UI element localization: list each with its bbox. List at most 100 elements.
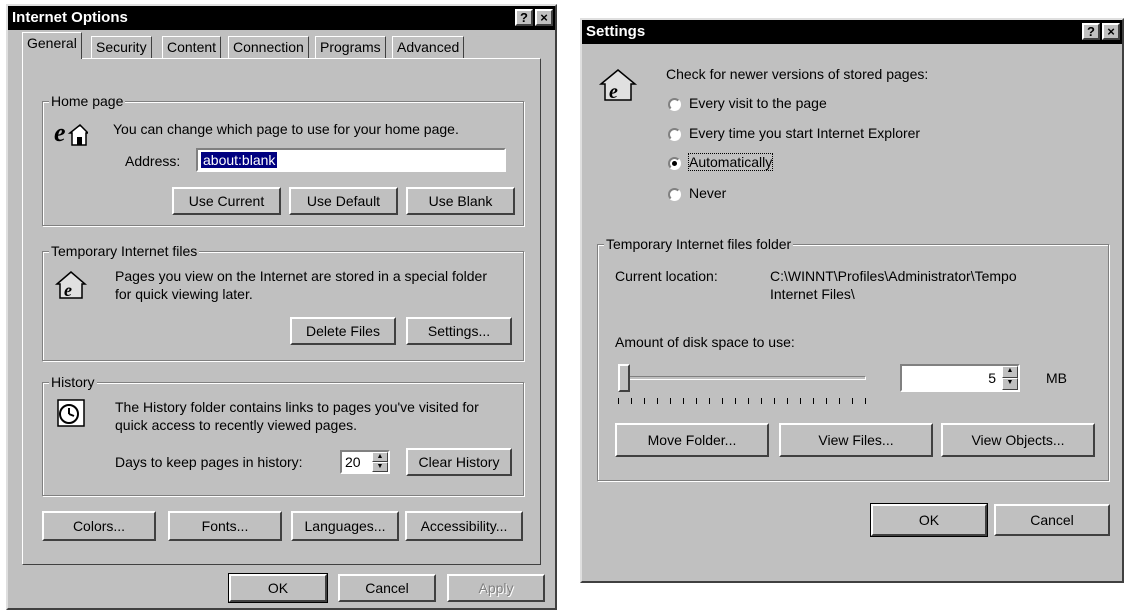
slider-tick <box>839 398 840 404</box>
home-page-legend: Home page <box>49 93 126 109</box>
internet-options-window: Internet Options ? × General Security Co… <box>6 4 557 610</box>
svg-text:e: e <box>609 81 618 103</box>
tab-advanced[interactable]: Advanced <box>392 36 465 58</box>
slider-tick <box>618 398 619 404</box>
temporary-files-icon: e <box>54 271 88 300</box>
settings-window: Settings ? × e Check for newer versions … <box>580 18 1124 583</box>
settings-button[interactable]: Settings... <box>406 317 512 345</box>
slider-tick <box>826 398 827 404</box>
current-location-line-2: Internet Files\ <box>770 286 855 302</box>
radio-never[interactable] <box>668 188 681 201</box>
view-files-button[interactable]: View Files... <box>779 423 933 457</box>
tab-connection[interactable]: Connection <box>228 36 309 58</box>
apply-button[interactable]: Apply <box>447 574 545 602</box>
home-page-icon: e <box>54 119 88 147</box>
languages-button[interactable]: Languages... <box>291 511 399 541</box>
tab-security[interactable]: Security <box>91 36 152 58</box>
svg-text:e: e <box>54 119 66 147</box>
disk-spin-down-icon[interactable]: ▼ <box>1002 378 1018 390</box>
slider-tick <box>735 398 736 404</box>
view-objects-button[interactable]: View Objects... <box>941 423 1095 457</box>
slider-tick <box>800 398 801 404</box>
slider-tick <box>683 398 684 404</box>
move-folder-button[interactable]: Move Folder... <box>615 423 769 457</box>
window-title: Internet Options <box>8 6 555 30</box>
delete-files-button[interactable]: Delete Files <box>290 317 396 345</box>
home-page-description: You can change which page to use for you… <box>113 121 459 137</box>
history-description-1: The History folder contains links to pag… <box>115 399 479 415</box>
slider-tick <box>787 398 788 404</box>
slider-tick <box>696 398 697 404</box>
radio-every-start[interactable] <box>668 128 681 141</box>
ie-page-icon: e <box>598 69 638 103</box>
tab-general[interactable]: General <box>22 32 82 59</box>
radio-every-visit[interactable] <box>668 98 681 111</box>
disk-space-value: 5 <box>988 370 996 386</box>
slider-tick <box>722 398 723 404</box>
current-location-label: Current location: <box>615 268 718 284</box>
slider-tick <box>813 398 814 404</box>
cancel-button[interactable]: Cancel <box>338 574 436 602</box>
svg-text:e: e <box>64 280 72 300</box>
address-input[interactable]: about:blank <box>196 148 506 172</box>
option-never[interactable]: Never <box>689 185 726 201</box>
temporary-files-legend: Temporary Internet files <box>49 243 200 259</box>
disk-spin-up-icon[interactable]: ▲ <box>1002 366 1018 378</box>
days-input[interactable]: 20 ▲ ▼ <box>340 450 390 474</box>
address-value: about:blank <box>201 152 278 168</box>
slider-ticks <box>618 398 866 404</box>
address-label: Address: <box>125 153 181 169</box>
slider-tick <box>644 398 645 404</box>
option-automatically[interactable]: Automatically <box>687 153 774 171</box>
clear-history-button[interactable]: Clear History <box>406 448 512 476</box>
settings-ok-button[interactable]: OK <box>870 503 988 537</box>
disk-space-unit: MB <box>1046 370 1067 386</box>
help-button[interactable]: ? <box>515 9 533 26</box>
days-value: 20 <box>345 454 361 470</box>
option-every-start[interactable]: Every time you start Internet Explorer <box>689 125 920 141</box>
slider-tick <box>852 398 853 404</box>
spin-down-icon[interactable]: ▼ <box>372 462 388 472</box>
spin-up-icon[interactable]: ▲ <box>372 452 388 462</box>
temporary-files-description-2: for quick viewing later. <box>115 286 253 302</box>
disk-space-input[interactable]: 5 ▲ ▼ <box>900 364 1020 392</box>
settings-close-button[interactable]: × <box>1102 23 1120 40</box>
temp-folder-legend: Temporary Internet files folder <box>604 236 794 252</box>
disk-space-slider[interactable] <box>618 362 866 408</box>
disk-space-label: Amount of disk space to use: <box>615 334 795 350</box>
days-spinner[interactable]: ▲ ▼ <box>372 452 388 472</box>
settings-help-button[interactable]: ? <box>1082 23 1100 40</box>
history-description-2: quick access to recently viewed pages. <box>115 417 358 433</box>
slider-tick <box>748 398 749 404</box>
temporary-files-description-1: Pages you view on the Internet are store… <box>115 268 487 284</box>
current-location-line-1: C:\WINNT\Profiles\Administrator\Tempo <box>770 268 1017 284</box>
colors-button[interactable]: Colors... <box>42 511 156 541</box>
option-every-visit[interactable]: Every visit to the page <box>689 95 827 111</box>
use-blank-button[interactable]: Use Blank <box>406 187 515 215</box>
slider-thumb[interactable] <box>618 364 630 392</box>
use-default-button[interactable]: Use Default <box>289 187 398 215</box>
history-icon <box>57 399 85 427</box>
slider-tick <box>631 398 632 404</box>
slider-tick <box>761 398 762 404</box>
history-legend: History <box>49 374 97 390</box>
slider-tick <box>865 398 866 404</box>
slider-tick <box>709 398 710 404</box>
fonts-button[interactable]: Fonts... <box>168 511 282 541</box>
tab-programs[interactable]: Programs <box>315 36 386 58</box>
accessibility-button[interactable]: Accessibility... <box>405 511 523 541</box>
ok-button[interactable]: OK <box>228 573 328 603</box>
use-current-button[interactable]: Use Current <box>172 187 281 215</box>
days-label: Days to keep pages in history: <box>115 454 303 470</box>
slider-tick <box>657 398 658 404</box>
disk-space-spinner[interactable]: ▲ ▼ <box>1002 366 1018 390</box>
settings-cancel-button[interactable]: Cancel <box>994 504 1110 536</box>
tab-content[interactable]: Content <box>162 36 222 58</box>
slider-tick <box>670 398 671 404</box>
check-label: Check for newer versions of stored pages… <box>666 66 929 82</box>
radio-automatically[interactable] <box>668 157 681 170</box>
close-button[interactable]: × <box>535 9 553 26</box>
slider-tick <box>774 398 775 404</box>
slider-track <box>618 376 866 380</box>
settings-title: Settings <box>582 20 1122 44</box>
